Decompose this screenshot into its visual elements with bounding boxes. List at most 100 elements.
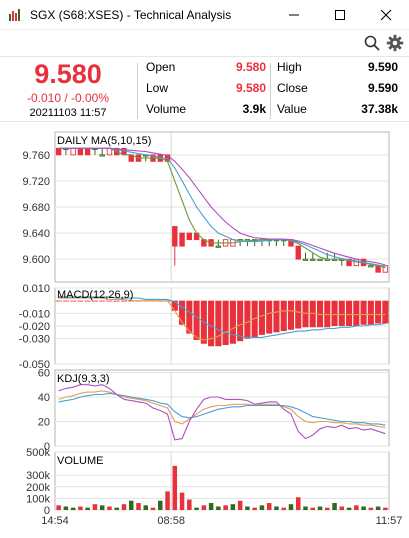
panel-label: MACD(12,26,9) [57,289,133,301]
macd-bar [179,300,186,325]
price-change: -0.010 / -0.00% [26,91,110,105]
volume-bar [310,507,316,510]
macd-bar [382,300,389,324]
volume-bar [92,504,98,510]
window-title: SGX (S68:XSES) - Technical Analysis [30,8,232,22]
volume-bar [208,503,214,510]
volume-bar [252,507,257,510]
volume-bar [230,504,236,510]
y-tick-label: 9.640 [22,228,50,240]
volume-bar [158,500,163,510]
chart-area[interactable]: 9.760 9.720 9.680 9.640 9.600 DAILY MA(5,10,1… [0,122,409,538]
volume-bar [179,492,185,510]
macd-bar [280,300,287,332]
open-label: Open [146,60,176,74]
gear-icon[interactable] [386,34,404,52]
x-tick-label: 11:57 [376,515,403,527]
minimize-button[interactable] [271,0,317,30]
maximize-button[interactable] [317,0,363,30]
volume-bar [237,500,243,510]
volume-bar [194,507,199,510]
y-tick-label: 300k [26,470,50,482]
macd-bar [338,300,345,326]
toolbar [0,30,409,56]
quote-timestamp: 20211103 11:57 [29,107,107,119]
macd-bar [266,300,273,334]
low-label: Low [146,81,169,95]
candle-body [186,232,193,241]
y-tick-label: 9.720 [22,176,50,188]
candle-body [55,147,62,156]
macd-bar [375,300,382,324]
volume-bar [295,497,301,510]
volume-bar [266,503,272,510]
y-tick-label: -0.010 [19,308,50,320]
candle-body [99,154,105,157]
candle-body [172,226,178,247]
value-value: 37.38k [361,102,398,116]
volume-bar [339,506,345,510]
macd-bar [295,300,302,329]
volume-bar [317,506,323,510]
macd-bar [237,300,244,342]
quote-panel: 9.580 -0.010 / -0.00% 20211103 11:57 Ope… [0,56,409,122]
price-panel: 9.760 9.720 9.680 9.640 9.600 DAILY MA(5,10,1… [22,131,390,283]
maximize-icon [335,10,345,20]
y-tick-label: 9.680 [22,202,50,214]
macd-bar [215,300,222,347]
volume-bar [63,506,69,510]
volume-bar [136,503,141,510]
candle-body [84,147,91,156]
open-value: 9.580 [235,60,266,74]
macd-bar [244,300,251,339]
volume-bar [259,505,265,510]
candle-body [295,245,301,260]
volume-bar [361,506,366,510]
close-icon [380,9,392,21]
macd-panel: 0.010-0.010-0.020-0.030-0.050MACD(12,26,… [19,283,390,371]
y-tick-label: 20 [38,416,50,428]
candle-body [317,258,323,261]
value-label: Value [277,102,307,116]
y-tick-label: 60 [38,367,50,379]
volume-bar [114,507,119,510]
volume-bar [303,506,308,510]
volume-bar [143,505,149,510]
macd-bar [193,300,200,340]
volume-bar [150,507,156,510]
candle-body [179,232,185,247]
x-tick-label: 08:58 [157,515,185,527]
volume-bar [99,505,105,510]
candle-body [302,258,309,261]
volume-bar [325,507,330,510]
macd-bar [273,300,280,333]
volume-bar [172,465,178,510]
panel-frame [54,451,390,511]
y-tick-label: 40 [38,392,50,404]
macd-bar [222,300,229,345]
volume-panel: 500k300k200k100k0VOLUME [26,447,390,517]
candle-body [215,245,222,248]
y-tick-label: 500k [26,447,50,459]
candle-body [77,147,84,156]
macd-bar [331,300,338,326]
volume-bar [245,506,250,510]
close-label: Close [277,81,308,95]
search-icon[interactable] [363,34,381,52]
volume-bar [85,507,90,510]
high-value: 9.590 [367,60,398,74]
volume-bar [78,506,83,510]
y-tick-label: 0.010 [22,283,50,295]
close-button[interactable] [363,0,409,30]
macd-bar [324,300,331,328]
volume-label: Volume [146,102,187,116]
last-price: 9.580 [34,59,102,89]
volume-bar [56,505,61,510]
candle-body [70,147,76,156]
minimize-icon [289,14,299,16]
volume-value: 3.9k [242,102,266,116]
macd-bar [360,300,367,325]
volume-bar [187,499,192,510]
volume-bar [216,506,221,510]
kdj-panel: 6040200KDJ(9,3,3) [38,367,390,453]
